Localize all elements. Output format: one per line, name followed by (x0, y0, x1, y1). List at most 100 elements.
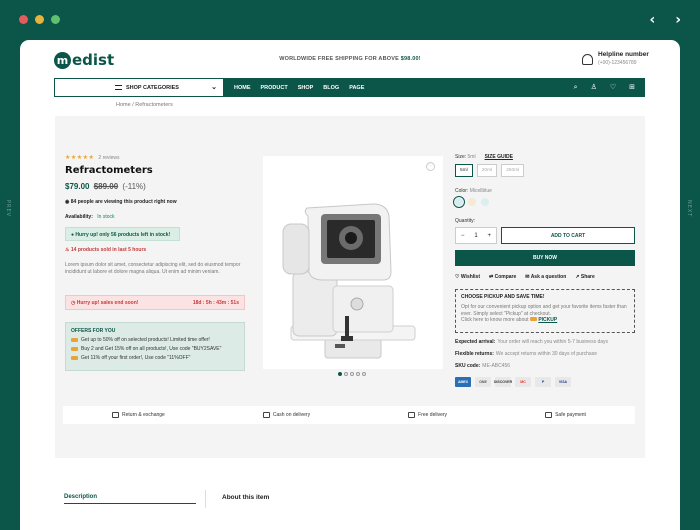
info-row: Expected arrival: Your order will reach y… (455, 339, 635, 345)
quantity-stepper[interactable]: − 1 + (455, 227, 497, 244)
info-label: Expected arrival: (455, 339, 496, 345)
offer-item: Buy 2 and Get 15% off on all products!, … (71, 346, 239, 352)
info-row: SKU code: ME-ABC456 (455, 363, 635, 369)
shipping-banner: WORLDWIDE FREE SHIPPING FOR ABOVE $98.00… (20, 56, 680, 62)
add-to-cart-button[interactable]: ADD TO CART (501, 227, 635, 244)
color-label-row: Color: Micellblue (455, 188, 635, 194)
buy-now-button[interactable]: BUY NOW (455, 250, 635, 266)
info-label: Flexible returns: (455, 351, 494, 357)
offer-item: Get 11% off your first order!, Use code … (71, 355, 239, 361)
shipping-text: WORLDWIDE FREE SHIPPING FOR ABOVE (279, 56, 399, 62)
shop-categories-dropdown[interactable]: SHOP CATEGORIES ⌄ (54, 78, 224, 97)
quantity-label: Quantity: (455, 218, 476, 224)
search-icon[interactable]: ⌕ (574, 83, 578, 92)
close-dot[interactable] (19, 15, 28, 24)
sold-count: ♨ 14 products sold in last 5 hours (65, 247, 146, 253)
menu-icon (115, 85, 122, 90)
user-icon[interactable]: ♙ (591, 83, 597, 92)
size-option[interactable]: 250ml (501, 164, 525, 177)
headset-icon (582, 54, 593, 65)
helpline[interactable]: Helpline number (+00)-123456789 (582, 51, 649, 66)
minimize-dot[interactable] (35, 15, 44, 24)
visa-icon: VISA (555, 377, 571, 387)
pickup-link[interactable]: PICKUP (538, 317, 557, 323)
plus-icon[interactable]: + (487, 233, 491, 239)
availability-label: Availability: (65, 214, 93, 220)
next-side-label[interactable]: NEXT (686, 200, 692, 217)
gallery-dot[interactable] (356, 372, 360, 376)
offers-box: OFFERS FOR YOU Get up to 50% off on sele… (65, 322, 245, 371)
timer-label: Hurry up! sales end soon! (76, 299, 139, 306)
tag-icon (71, 338, 78, 342)
quantity-value[interactable]: 1 (474, 233, 477, 239)
sale-timer: ◷ Hurry up! sales end soon! 18d : 5h : 4… (65, 295, 245, 310)
tag-icon (529, 317, 537, 321)
header-icons: ⌕ ♙ ♡ ⊞ (574, 83, 635, 92)
offer-text: Get up to 50% off on selected products! … (81, 337, 210, 343)
wishlist-icon[interactable]: ♡ (610, 83, 616, 92)
cart-icon[interactable]: ⊞ (629, 83, 635, 92)
size-guide-link[interactable]: SIZE GUIDE (485, 154, 513, 160)
color-value: Micellblue (469, 188, 492, 194)
info-row: Flexible returns: We accept returns withi… (455, 351, 635, 357)
menu-item-product[interactable]: PRODUCT (261, 85, 288, 91)
offers-title: OFFERS FOR YOU (71, 328, 116, 334)
prev-arrow-icon[interactable]: ‹ (649, 12, 655, 28)
minus-icon[interactable]: − (461, 233, 465, 239)
availability-value: In stock (97, 214, 115, 220)
offer-text: Buy 2 and Get 15% off on all products!, … (81, 346, 222, 352)
next-arrow-icon[interactable]: › (675, 12, 681, 28)
paypal-icon: P (535, 377, 551, 387)
color-swatch[interactable] (481, 198, 489, 206)
menu-item-shop[interactable]: SHOP (298, 85, 314, 91)
heart-icon[interactable]: ♡ (426, 162, 435, 171)
gallery-dots (338, 372, 366, 376)
about-heading: About this item (222, 494, 270, 501)
wishlist-link[interactable]: ♡ Wishlist (455, 274, 480, 280)
old-price: $89.00 (93, 182, 119, 191)
prev-side-label[interactable]: PREV (5, 200, 11, 217)
pickup-body: Opt for our convenient pickup option and… (461, 304, 629, 324)
tag-icon (71, 356, 78, 360)
compare-link[interactable]: ⇄ Compare (489, 274, 516, 280)
gallery-dot[interactable] (362, 372, 366, 376)
timer-value: 18d : 5h : 43m : 51s (192, 299, 239, 306)
feature-item: Free delivery (408, 412, 447, 418)
share-link[interactable]: ↗ Share (575, 274, 595, 280)
helpline-title: Helpline number (598, 51, 649, 58)
gallery-dot[interactable] (350, 372, 354, 376)
gallery-dot[interactable] (338, 372, 342, 376)
refractometer-image (282, 203, 416, 359)
ask-question-link[interactable]: ✉ Ask a question (525, 274, 566, 280)
maximize-dot[interactable] (51, 15, 60, 24)
size-value: 5ml (467, 154, 476, 160)
menu-item-page[interactable]: PAGE (349, 85, 364, 91)
product-gallery[interactable]: ♡ (263, 156, 443, 369)
info-value: Your order will reach you within 5-7 bus… (497, 339, 609, 345)
info-value: We accept returns within 30 days of purc… (495, 351, 597, 357)
discover-icon: DISCOVER (494, 377, 512, 387)
product-actions: ♡ Wishlist ⇄ Compare ✉ Ask a question ↗ … (455, 274, 635, 280)
stock-alert: ● Hurry up! only 56 products left in sto… (65, 227, 180, 241)
color-swatch[interactable] (468, 198, 476, 206)
feature-item: Return & exchange (112, 412, 165, 418)
gallery-dot[interactable] (344, 372, 348, 376)
menu-item-blog[interactable]: BLOG (323, 85, 339, 91)
tab-description[interactable]: Description (64, 494, 196, 504)
quantity-row: − 1 + ADD TO CART (455, 227, 635, 244)
amex-icon: AMEX (455, 377, 471, 387)
review-count[interactable]: 2 reviews (98, 155, 119, 161)
helpline-number: (+00)-123456789 (598, 60, 637, 66)
info-value: ME-ABC456 (482, 363, 511, 369)
pickup-title: CHOOSE PICKUP AND SAVE TIME! (461, 294, 545, 300)
size-options: 5ml 20ml 250ml (455, 164, 635, 177)
truck-icon (408, 412, 416, 418)
menu-item-home[interactable]: HOME (234, 85, 251, 91)
size-option[interactable]: 5ml (455, 164, 473, 177)
size-option[interactable]: 20ml (476, 164, 498, 177)
feature-label: Free delivery (418, 412, 448, 418)
breadcrumb[interactable]: Home / Refractometers (116, 102, 173, 108)
box-icon (112, 412, 120, 418)
color-swatch[interactable] (453, 196, 465, 208)
size-label: Size: (455, 154, 467, 160)
